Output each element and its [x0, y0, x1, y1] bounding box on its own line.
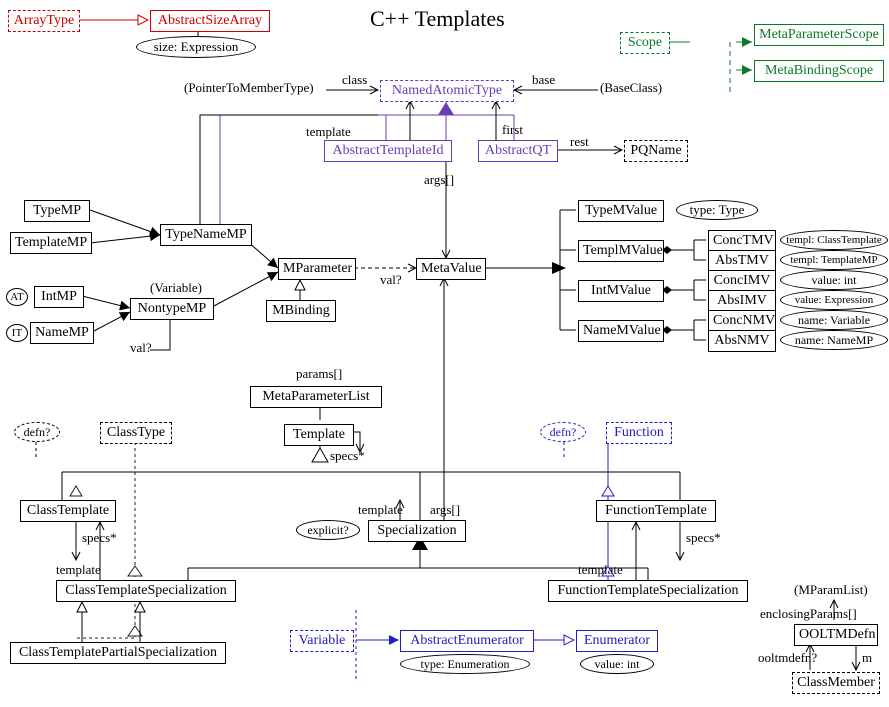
node-enumerator: Enumerator: [576, 630, 658, 652]
attr-size-expression: size: Expression: [136, 36, 256, 58]
label-ooltmdefnq: ooltmdefn?: [758, 650, 817, 666]
node-classtemplatespecialization: ClassTemplateSpecialization: [56, 580, 236, 602]
node-abstracttemplateid: AbstractTemplateId: [324, 140, 452, 162]
node-template: Template: [284, 424, 354, 446]
node-functiontemplate: FunctionTemplate: [596, 500, 716, 522]
node-conctmv: ConcTMV: [708, 230, 776, 252]
label-valq-mid: val?: [380, 272, 402, 288]
node-intmvalue: IntMValue: [578, 280, 664, 302]
attr-defn-right: defn?: [540, 422, 586, 442]
attr-type-type: type: Type: [676, 200, 758, 220]
label-args-top: args[]: [424, 172, 454, 188]
node-abstmv: AbsTMV: [708, 250, 776, 272]
node-concimv: ConcIMV: [708, 270, 776, 292]
attr-templ-classtemplate: templ: ClassTemplate: [780, 230, 888, 250]
node-metabindingscope: MetaBindingScope: [754, 60, 884, 82]
label-params: params[]: [296, 366, 342, 382]
label-valq-left: val?: [130, 340, 152, 356]
label-specs-left: specs*: [82, 530, 117, 546]
node-typemp: TypeMP: [24, 200, 90, 222]
node-absnmv: AbsNMV: [708, 330, 776, 352]
node-absimv: AbsIMV: [708, 290, 776, 312]
attr-templ-templatemp: templ: TemplateMP: [780, 250, 888, 270]
node-ooltmdefn: OOLTMDefn: [794, 624, 878, 646]
attr-name-namemp: name: NameMP: [780, 330, 888, 350]
node-mbinding: MBinding: [266, 300, 336, 322]
label-m: m: [862, 650, 872, 666]
node-templmvalue: TemplMValue: [578, 240, 664, 262]
label-template-right: template: [578, 562, 623, 578]
node-abstractqt: AbstractQT: [478, 140, 558, 162]
page-title: C++ Templates: [370, 6, 505, 32]
oval-it: IT: [6, 324, 28, 342]
node-classmember: ClassMember: [792, 672, 880, 694]
node-specialization: Specialization: [368, 520, 466, 542]
node-namemvalue: NameMValue: [578, 320, 664, 342]
label-template-top: template: [306, 124, 351, 140]
node-pqname: PQName: [624, 140, 688, 162]
label-mparamlist: (MParamList): [794, 582, 868, 598]
node-metavalue: MetaValue: [416, 258, 486, 280]
oval-at: AT: [6, 288, 28, 306]
label-variable-paren: (Variable): [150, 280, 202, 296]
node-nontypemp: NontypeMP: [130, 298, 214, 320]
label-base: base: [532, 72, 555, 88]
attr-value-int: value: int: [780, 270, 888, 290]
node-function: Function: [606, 422, 672, 444]
label-class: class: [342, 72, 367, 88]
node-arraytype: ArrayType: [8, 10, 80, 32]
node-classtemplate: ClassTemplate: [20, 500, 116, 522]
node-templatemp: TemplateMP: [10, 232, 92, 254]
attr-value-expression: value: Expression: [780, 290, 888, 310]
attr-explicit: explicit?: [296, 520, 360, 540]
label-first: first: [502, 122, 523, 138]
label-template-left: template: [56, 562, 101, 578]
label-args-mid: args[]: [430, 502, 460, 518]
node-scope: Scope: [620, 32, 670, 54]
node-variable: Variable: [290, 630, 354, 652]
attr-type-enumeration: type: Enumeration: [400, 654, 530, 674]
node-metaparameterscope: MetaParameterScope: [754, 24, 884, 46]
node-classtemplatepartialspecialization: ClassTemplatePartialSpecialization: [10, 642, 226, 664]
label-template-mid: template: [358, 502, 403, 518]
node-typemvalue: TypeMValue: [578, 200, 664, 222]
label-specs-mid: specs*: [330, 448, 365, 464]
node-intmp: IntMP: [34, 286, 84, 308]
node-classtype: ClassType: [100, 422, 172, 444]
label-baseclass: (BaseClass): [600, 80, 662, 96]
label-rest: rest: [570, 134, 589, 150]
node-typenamemp: TypeNameMP: [160, 224, 252, 246]
node-abstractenumerator: AbstractEnumerator: [400, 630, 534, 652]
node-namedatomictype: NamedAtomicType: [380, 80, 514, 102]
node-concnmv: ConcNMV: [708, 310, 776, 332]
node-metaparameterlist: MetaParameterList: [250, 386, 382, 408]
attr-defn-left: defn?: [14, 422, 60, 442]
attr-name-variable: name: Variable: [780, 310, 888, 330]
node-abstractsizearray: AbstractSizeArray: [150, 10, 270, 32]
attr-value-int-enum: value: int: [580, 654, 654, 674]
label-specs-right: specs*: [686, 530, 721, 546]
node-functiontemplatespecialization: FunctionTemplateSpecialization: [548, 580, 748, 602]
label-pointertomembertype: (PointerToMemberType): [184, 80, 314, 96]
label-enclosingparams: enclosingParams[]: [760, 606, 857, 622]
node-namemp: NameMP: [30, 322, 94, 344]
node-mparameter: MParameter: [278, 258, 356, 280]
